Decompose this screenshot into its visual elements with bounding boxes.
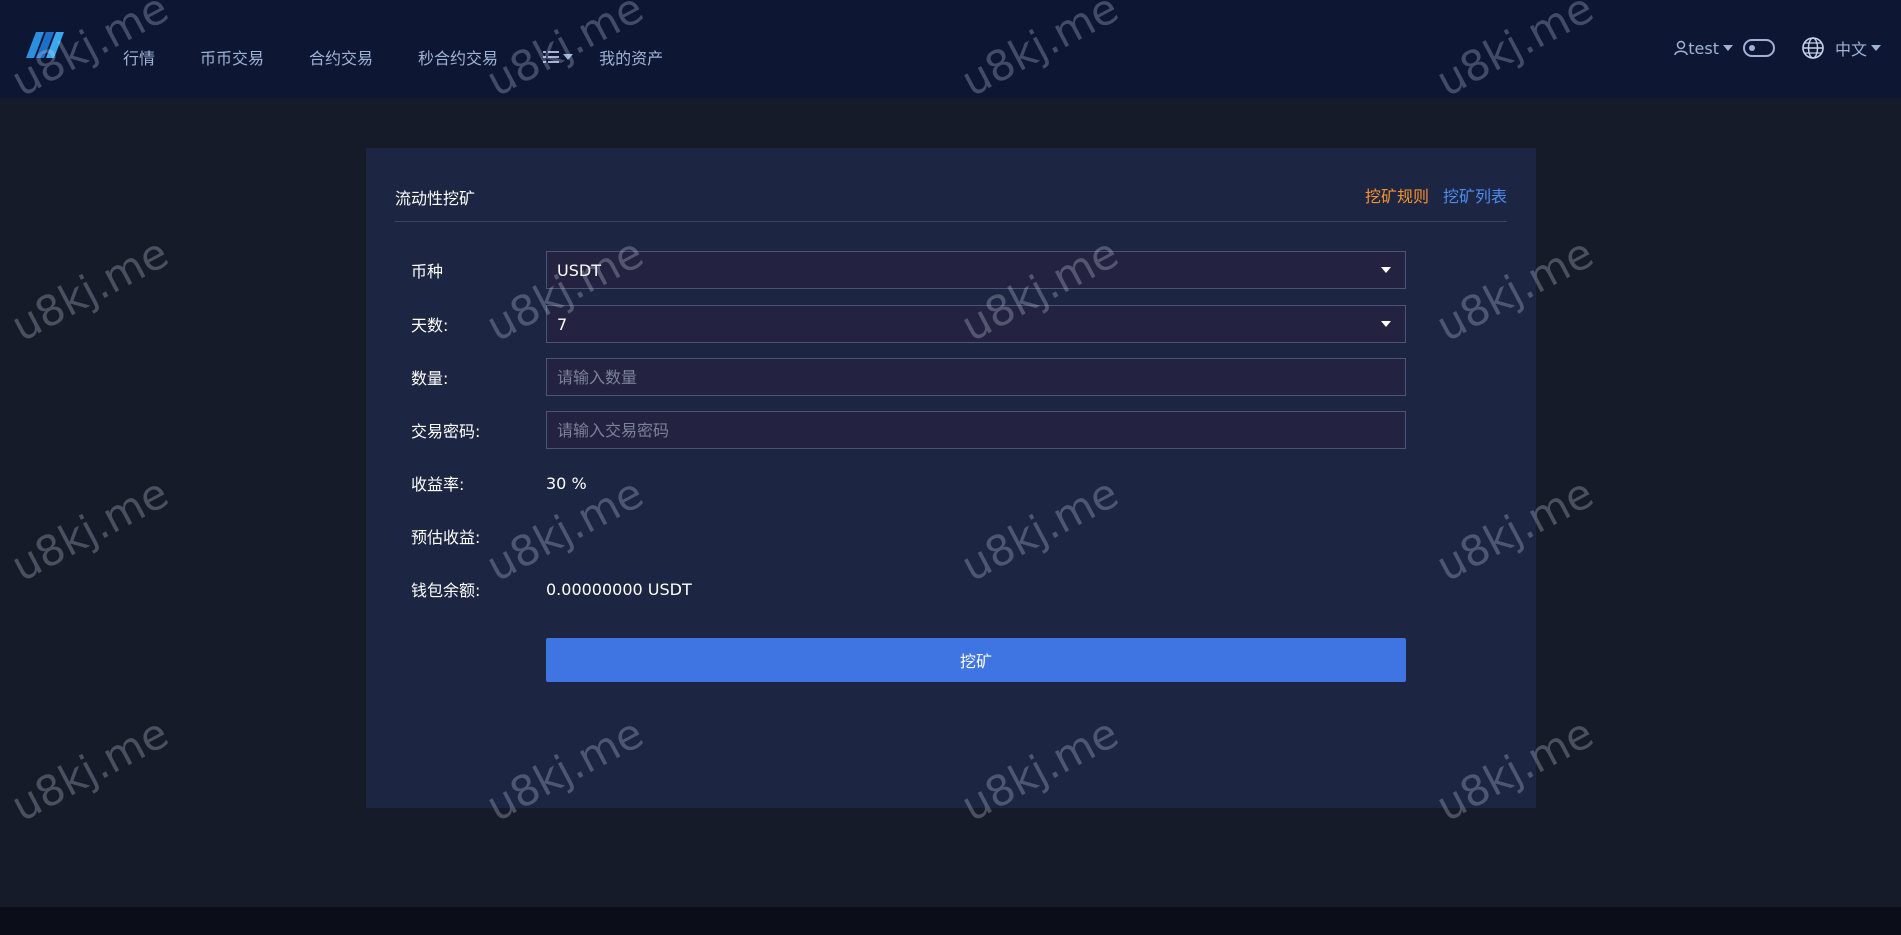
globe-icon — [1802, 37, 1824, 59]
chevron-down-icon — [1871, 45, 1881, 51]
card-header: 流动性挖矿 挖矿规则 挖矿列表 — [395, 148, 1507, 222]
mine-button[interactable]: 挖矿 — [546, 638, 1406, 682]
nav-item-second-contract[interactable]: 秒合约交易 — [418, 45, 498, 69]
currency-row: 币种 USDT — [411, 251, 1406, 289]
top-navbar: 行情 币币交易 合约交易 秒合约交易 我的资产 test 中文 — [0, 0, 1901, 98]
balance-row: 钱包余额: 0.00000000 USDT — [411, 570, 692, 608]
mining-list-link[interactable]: 挖矿列表 — [1443, 183, 1507, 207]
days-row: 天数: 7 — [411, 305, 1406, 343]
user-name: test — [1688, 38, 1719, 58]
nav-item-spot[interactable]: 币币交易 — [200, 45, 264, 69]
nav-item-my-assets[interactable]: 我的资产 — [599, 45, 663, 69]
estimate-label: 预估收益: — [411, 528, 481, 547]
page-title: 流动性挖矿 — [395, 189, 476, 208]
card-links: 挖矿规则 挖矿列表 — [1365, 183, 1507, 207]
header-right: test 中文 — [1674, 36, 1881, 60]
password-label: 交易密码: — [411, 422, 481, 441]
password-row: 交易密码: — [411, 411, 1406, 449]
nav-more-menu[interactable] — [543, 50, 574, 64]
watermark-text: u8kj.me — [3, 468, 177, 591]
mining-rules-link[interactable]: 挖矿规则 — [1365, 183, 1429, 207]
list-icon — [543, 51, 560, 63]
yield-row: 收益率: 30 % — [411, 464, 587, 502]
chevron-down-icon — [1722, 45, 1733, 51]
currency-select[interactable]: USDT — [546, 251, 1406, 289]
amount-row: 数量: — [411, 358, 1406, 396]
user-menu[interactable]: test — [1674, 39, 1733, 58]
chevron-down-icon — [1381, 267, 1391, 273]
balance-value: 0.00000000 USDT — [546, 579, 692, 599]
theme-toggle[interactable] — [1742, 39, 1775, 57]
logo-icon — [26, 32, 64, 58]
nav-item-market[interactable]: 行情 — [123, 45, 155, 69]
days-label: 天数: — [411, 316, 449, 335]
watermark-text: u8kj.me — [3, 708, 177, 831]
yield-label: 收益率: — [411, 475, 465, 494]
estimate-row: 预估收益: — [411, 517, 546, 555]
trade-password-input[interactable] — [546, 411, 1406, 449]
amount-input[interactable] — [546, 358, 1406, 396]
user-icon — [1674, 40, 1688, 56]
amount-label: 数量: — [411, 369, 449, 388]
logo[interactable] — [22, 28, 98, 88]
footer — [0, 907, 1901, 935]
chevron-down-icon — [563, 54, 574, 60]
balance-label: 钱包余额: — [411, 581, 481, 600]
mining-card: 流动性挖矿 挖矿规则 挖矿列表 币种 USDT 天数: 7 数量: 交易密码: … — [366, 148, 1536, 808]
yield-value: 30 % — [546, 473, 587, 493]
currency-selected-value: USDT — [557, 260, 601, 280]
days-selected-value: 7 — [557, 314, 568, 334]
days-select[interactable]: 7 — [546, 305, 1406, 343]
main-nav: 行情 币币交易 合约交易 秒合约交易 我的资产 — [123, 0, 708, 114]
language-menu[interactable]: 中文 — [1801, 36, 1881, 60]
language-label: 中文 — [1834, 40, 1867, 59]
currency-label: 币种 — [411, 262, 444, 281]
watermark-text: u8kj.me — [3, 228, 177, 351]
chevron-down-icon — [1381, 321, 1391, 327]
nav-item-futures[interactable]: 合约交易 — [309, 45, 373, 69]
